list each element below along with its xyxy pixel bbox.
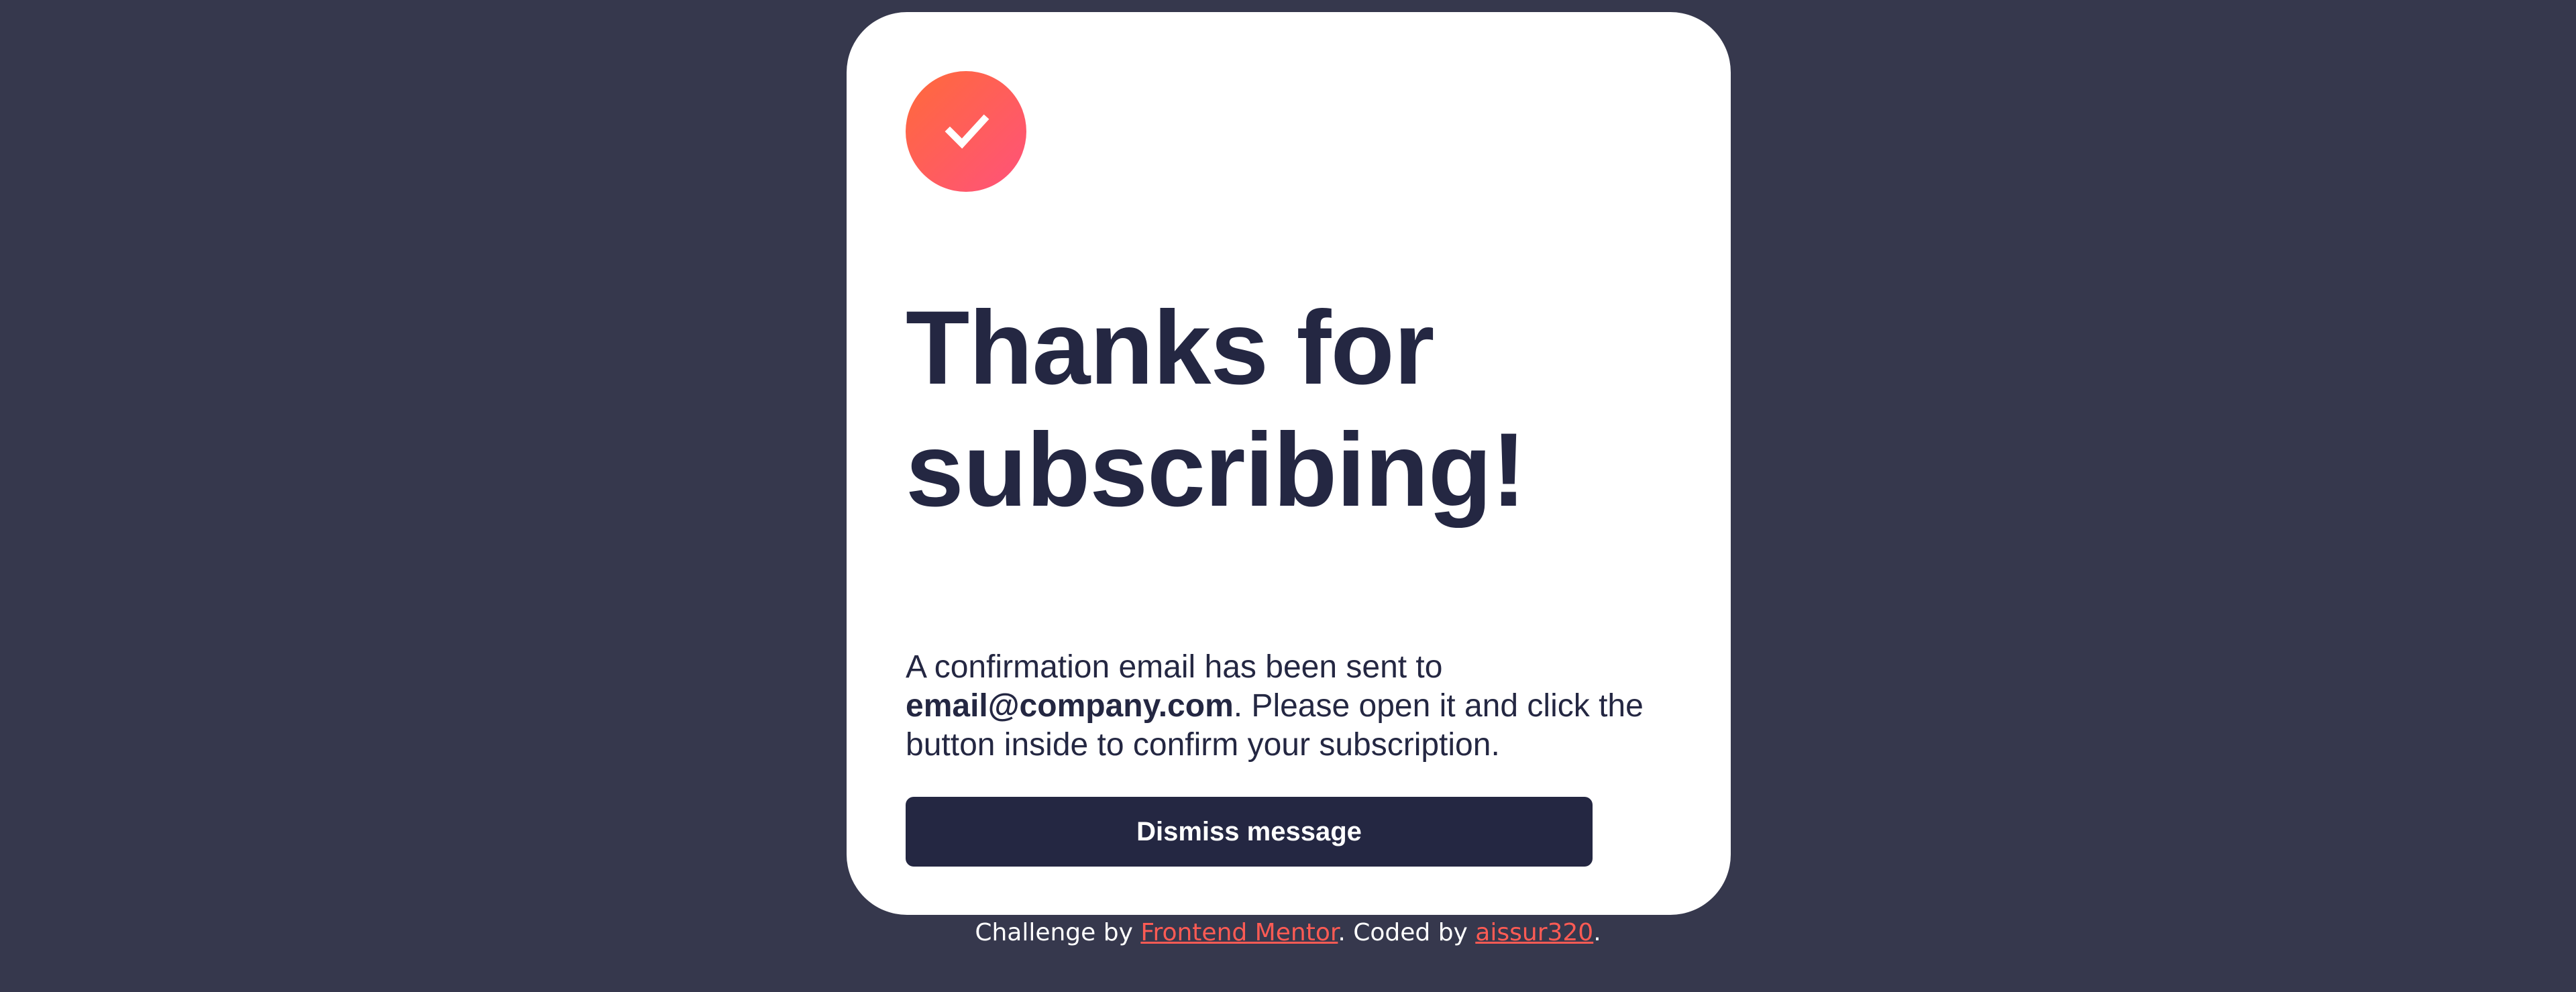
attribution: Challenge by Frontend Mentor. Coded by a… [0,917,2576,949]
author-link[interactable]: aissur320 [1475,919,1593,946]
frontend-mentor-link[interactable]: Frontend Mentor [1140,919,1338,946]
success-card: Thanks for subscribing! A confirmation e… [847,12,1731,915]
checkmark-icon [945,114,989,149]
success-check-icon [906,71,1026,192]
confirmation-message: A confirmation email has been sent to em… [906,648,1670,765]
attribution-middle: . Coded by [1338,919,1476,946]
dismiss-message-button[interactable]: Dismiss message [906,797,1593,867]
email-address: email@company.com [906,688,1234,724]
success-heading: Thanks for subscribing! [906,290,1526,529]
message-before-email: A confirmation email has been sent to [906,649,1443,685]
attribution-suffix: . [1593,919,1601,946]
attribution-prefix: Challenge by [975,919,1141,946]
